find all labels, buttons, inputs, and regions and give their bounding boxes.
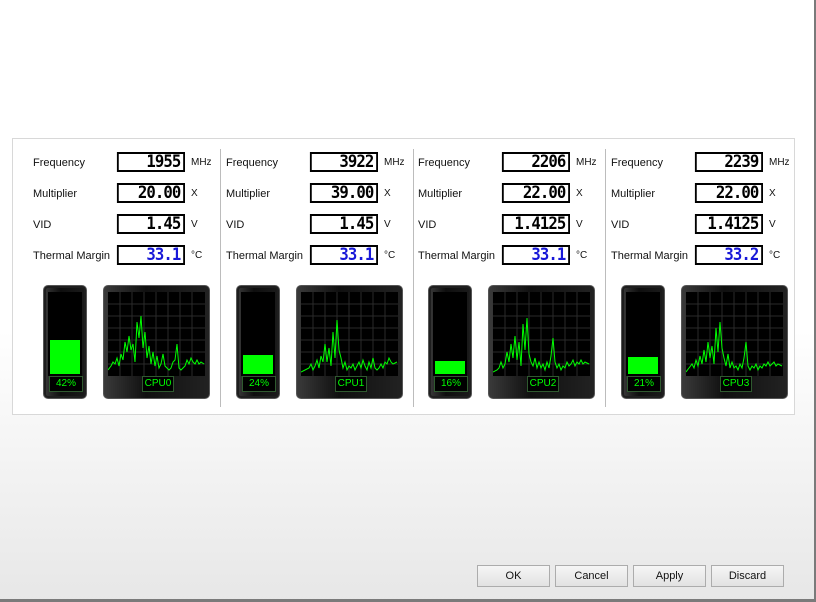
load-gauge: 21%: [621, 285, 665, 399]
thermal-margin-value: 33.1: [501, 245, 570, 265]
load-gauge: 42%: [43, 285, 87, 399]
cpu-column-1: Frequency 3922 MHz Multiplier 39.00 X VI…: [206, 139, 405, 414]
thermal-margin-value: 33.1: [116, 245, 185, 265]
frequency-unit: MHz: [769, 157, 790, 168]
multiplier-label: Multiplier: [611, 188, 656, 200]
vid-row: VID 1.4125 V: [398, 214, 590, 238]
thermal-margin-label: Thermal Margin: [418, 250, 496, 262]
load-percent-label: 16%: [434, 376, 468, 392]
cpu-name-label: CPU2: [527, 376, 559, 392]
frequency-value: 2239: [694, 152, 763, 172]
vid-label: VID: [418, 219, 437, 231]
vid-unit: V: [384, 219, 391, 230]
thermal-margin-row: Thermal Margin 33.1 °C: [13, 245, 205, 269]
usage-history-plot: [686, 292, 783, 376]
ok-button[interactable]: OK: [477, 565, 550, 587]
cpu-column-3: Frequency 2239 MHz Multiplier 22.00 X VI…: [591, 139, 790, 414]
usage-history-graph: CPU3: [681, 285, 788, 399]
vid-row: VID 1.4125 V: [591, 214, 783, 238]
thermal-margin-value: 33.1: [309, 245, 378, 265]
vid-unit: V: [576, 219, 583, 230]
thermal-margin-value: 33.2: [694, 245, 763, 265]
load-percent-label: 21%: [627, 376, 661, 392]
frequency-label: Frequency: [33, 157, 85, 169]
multiplier-value: 20.00: [116, 183, 185, 203]
usage-history-graph: CPU2: [488, 285, 595, 399]
load-percent-label: 42%: [49, 376, 83, 392]
multiplier-row: Multiplier 22.00 X: [398, 183, 590, 207]
multiplier-unit: X: [769, 188, 776, 199]
thermal-margin-row: Thermal Margin 33.1 °C: [206, 245, 398, 269]
thermal-margin-label: Thermal Margin: [611, 250, 689, 262]
multiplier-unit: X: [576, 188, 583, 199]
usage-history-graph: CPU0: [103, 285, 210, 399]
cpu-name-label: CPU1: [335, 376, 367, 392]
vid-unit: V: [191, 219, 198, 230]
vid-label: VID: [611, 219, 630, 231]
multiplier-unit: X: [384, 188, 391, 199]
usage-history-plot: [301, 292, 398, 376]
multiplier-label: Multiplier: [226, 188, 271, 200]
apply-button[interactable]: Apply: [633, 565, 706, 587]
load-gauge-fill: [50, 340, 80, 374]
vid-value: 1.45: [309, 214, 378, 234]
vid-row: VID 1.45 V: [13, 214, 205, 238]
thermal-margin-unit: °C: [191, 250, 203, 261]
frequency-row: Frequency 3922 MHz: [206, 152, 405, 176]
multiplier-row: Multiplier 39.00 X: [206, 183, 398, 207]
multiplier-unit: X: [191, 188, 198, 199]
frequency-row: Frequency 2239 MHz: [591, 152, 790, 176]
frequency-label: Frequency: [611, 157, 663, 169]
load-gauge-well: [433, 292, 467, 376]
thermal-margin-row: Thermal Margin 33.2 °C: [591, 245, 783, 269]
frequency-value: 1955: [116, 152, 185, 172]
load-gauge-well: [241, 292, 275, 376]
cpu-column-2: Frequency 2206 MHz Multiplier 22.00 X VI…: [398, 139, 597, 414]
multiplier-label: Multiplier: [33, 188, 78, 200]
frequency-label: Frequency: [226, 157, 278, 169]
thermal-margin-unit: °C: [576, 250, 588, 261]
frequency-row: Frequency 2206 MHz: [398, 152, 597, 176]
vid-row: VID 1.45 V: [206, 214, 398, 238]
load-gauge-well: [48, 292, 82, 376]
cpu-monitor-panel: Frequency 1955 MHz Multiplier 20.00 X VI…: [12, 138, 795, 415]
vid-unit: V: [769, 219, 776, 230]
cpu-name-label: CPU0: [142, 376, 174, 392]
load-gauge-well: [626, 292, 660, 376]
cancel-button[interactable]: Cancel: [555, 565, 628, 587]
load-gauge-fill: [628, 357, 658, 374]
vid-value: 1.4125: [694, 214, 763, 234]
load-percent-label: 24%: [242, 376, 276, 392]
vid-value: 1.45: [116, 214, 185, 234]
thermal-margin-label: Thermal Margin: [33, 250, 111, 262]
load-gauge: 24%: [236, 285, 280, 399]
vid-label: VID: [226, 219, 245, 231]
multiplier-label: Multiplier: [418, 188, 463, 200]
multiplier-value: 39.00: [309, 183, 378, 203]
frequency-value: 3922: [309, 152, 378, 172]
usage-history-plot: [108, 292, 205, 376]
thermal-margin-row: Thermal Margin 33.1 °C: [398, 245, 590, 269]
multiplier-value: 22.00: [694, 183, 763, 203]
frequency-value: 2206: [501, 152, 570, 172]
cpu-name-label: CPU3: [720, 376, 752, 392]
load-gauge-fill: [243, 355, 273, 374]
thermal-margin-label: Thermal Margin: [226, 250, 304, 262]
discard-button[interactable]: Discard: [711, 565, 784, 587]
cpu-column-0: Frequency 1955 MHz Multiplier 20.00 X VI…: [13, 139, 212, 414]
frequency-row: Frequency 1955 MHz: [13, 152, 212, 176]
multiplier-value: 22.00: [501, 183, 570, 203]
vid-value: 1.4125: [501, 214, 570, 234]
thermal-margin-unit: °C: [769, 250, 781, 261]
usage-history-plot: [493, 292, 590, 376]
thermal-margin-unit: °C: [384, 250, 396, 261]
load-gauge-fill: [435, 361, 465, 374]
load-gauge: 16%: [428, 285, 472, 399]
vid-label: VID: [33, 219, 52, 231]
frequency-label: Frequency: [418, 157, 470, 169]
usage-history-graph: CPU1: [296, 285, 403, 399]
multiplier-row: Multiplier 20.00 X: [13, 183, 205, 207]
multiplier-row: Multiplier 22.00 X: [591, 183, 783, 207]
